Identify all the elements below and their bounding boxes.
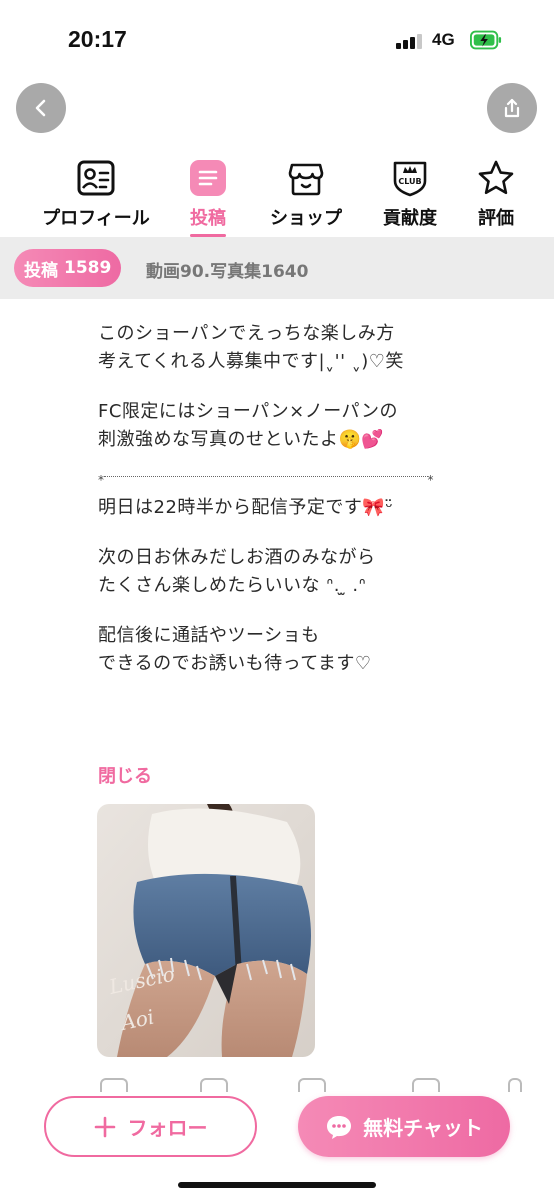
share-button[interactable] xyxy=(487,83,537,133)
post-count-badge: 投稿 1589 xyxy=(14,249,122,287)
post-line: このショーパンでえっちな楽しみ方 xyxy=(98,323,395,344)
post-line: 考えてくれる人募集中です|ˬ'' ˬ)♡笑 xyxy=(98,351,404,372)
follow-button[interactable]: フォロー xyxy=(44,1096,257,1157)
photo-image: Luscio Aoi xyxy=(97,804,315,1057)
star-icon xyxy=(478,160,514,195)
post-count-bar: 投稿 1589 動画90.写真集1640 xyxy=(0,237,554,299)
media-count-text: 動画90.写真集1640 xyxy=(146,262,309,282)
profile-tabs: プロフィール 投稿 ショップ CLUB 貢献度 評価 xyxy=(0,158,554,238)
tab-posts[interactable]: 投稿 xyxy=(184,158,232,238)
free-chat-button[interactable]: 無料チャット xyxy=(298,1096,510,1157)
home-indicator xyxy=(178,1182,376,1188)
comment-icon[interactable] xyxy=(200,1078,228,1092)
like-icon[interactable] xyxy=(100,1078,128,1092)
profile-card-icon xyxy=(77,160,115,196)
collapse-link[interactable]: 閉じる xyxy=(98,762,152,788)
separator-star-right: * xyxy=(427,473,434,487)
club-badge-icon: CLUB xyxy=(393,161,427,197)
post-count-value: 1589 xyxy=(64,258,112,278)
post-photo[interactable]: Luscio Aoi xyxy=(97,804,315,1057)
tab-profile[interactable]: プロフィール xyxy=(38,158,154,238)
post-body: このショーパンでえっちな楽しみ方 考えてくれる人募集中です|ˬ'' ˬ)♡笑 F… xyxy=(98,320,538,678)
tab-shop[interactable]: ショップ xyxy=(264,158,348,238)
tab-shop-label: ショップ xyxy=(270,208,342,229)
tab-contribution-label: 貢献度 xyxy=(383,208,437,229)
tab-posts-label: 投稿 xyxy=(190,208,226,229)
separator-star-left: * xyxy=(98,473,105,487)
follow-label: フォロー xyxy=(127,1116,208,1140)
post-count-label: 投稿 xyxy=(24,260,58,281)
post-line: FC限定にはショーパン×ノーパンの xyxy=(98,401,398,422)
status-bar: 20:17 4G xyxy=(0,0,554,80)
chat-bubble-icon xyxy=(327,1115,352,1139)
tab-rating-label: 評価 xyxy=(478,208,514,229)
cellular-signal-icon xyxy=(396,33,424,49)
dotted-separator: * * xyxy=(98,462,434,488)
post-line: できるのでお誘いも待ってます♡ xyxy=(98,653,372,674)
post-line: 次の日お休みだしお酒のみながら xyxy=(98,547,376,568)
battery-charging-icon xyxy=(470,30,502,50)
status-time: 20:17 xyxy=(68,26,127,52)
bookmark-icon[interactable] xyxy=(412,1078,440,1092)
post-list-icon xyxy=(190,160,226,196)
tab-contribution[interactable]: CLUB 貢献度 xyxy=(378,158,442,238)
post-line: 配信後に通話やツーショも xyxy=(98,625,320,646)
tab-profile-label: プロフィール xyxy=(42,208,150,229)
post-line: たくさん楽しめたらいいな ᐢ. ̫ .ᐢ xyxy=(98,575,367,596)
tab-rating[interactable]: 評価 xyxy=(474,158,518,238)
gift-icon[interactable] xyxy=(298,1078,326,1092)
svg-text:CLUB: CLUB xyxy=(398,177,421,186)
post-line: 刺激強めな写真のせといたよ🤫💕 xyxy=(98,429,385,450)
network-type: 4G xyxy=(432,30,455,49)
shop-icon xyxy=(288,163,324,196)
back-button[interactable] xyxy=(16,83,66,133)
plus-icon xyxy=(94,1116,115,1137)
chevron-left-icon xyxy=(35,99,46,117)
chat-label: 無料チャット xyxy=(363,1116,483,1140)
post-line: 明日は22時半から配信予定です🎀ᵕ̈ xyxy=(98,497,394,518)
share-icon xyxy=(504,98,520,118)
more-icon[interactable] xyxy=(508,1078,522,1092)
